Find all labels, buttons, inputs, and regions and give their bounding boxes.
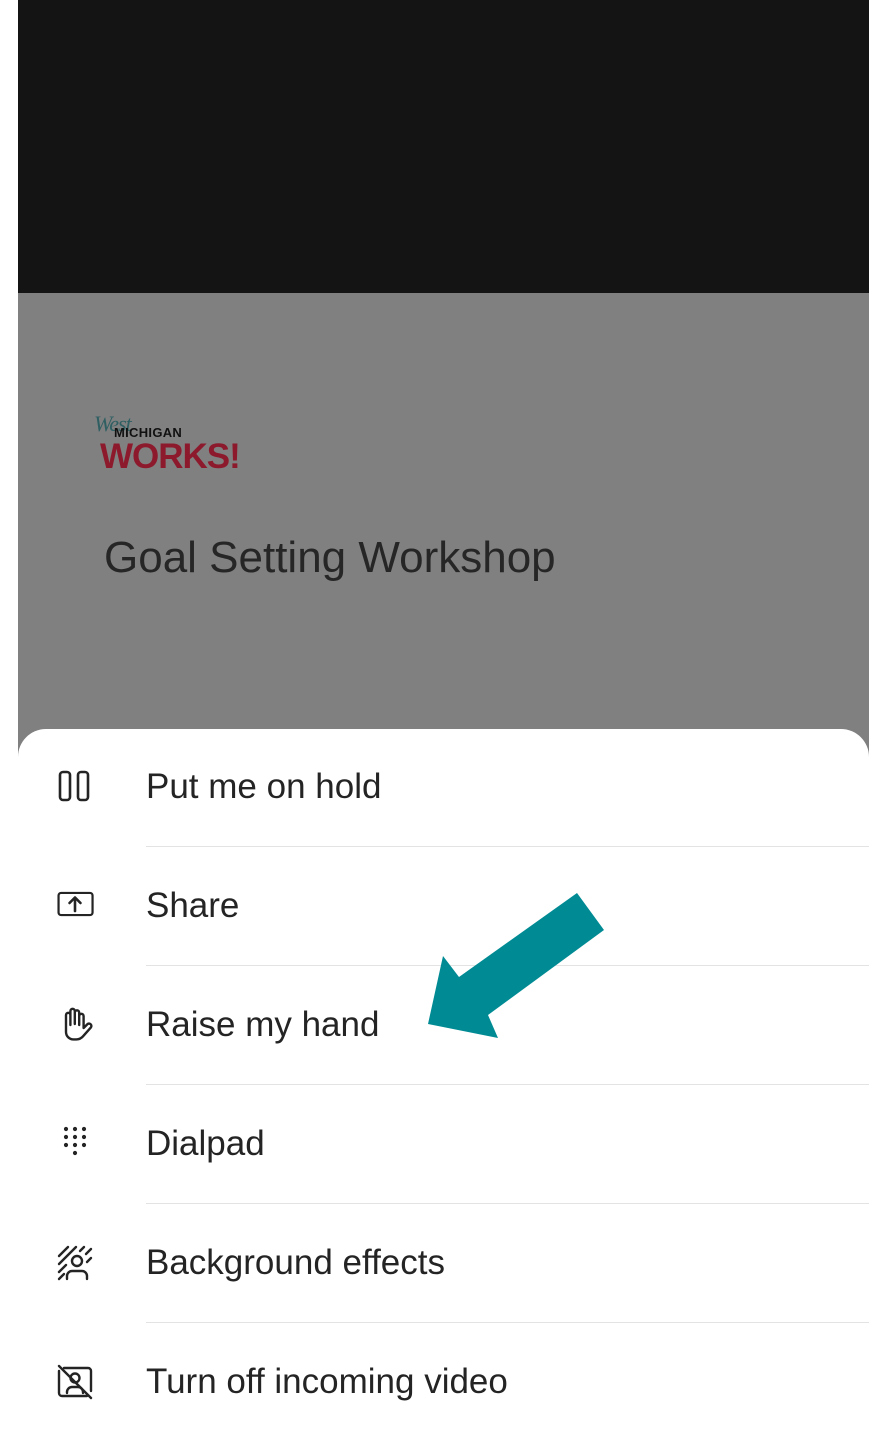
menu-item-raise-my-hand[interactable]: Raise my hand	[18, 967, 869, 1085]
menu-item-label: Raise my hand	[146, 1005, 380, 1044]
menu-item-share[interactable]: Share	[18, 848, 869, 966]
video-area	[18, 0, 869, 293]
share-upload-icon	[56, 887, 94, 925]
logo-works-text: WORKS!	[100, 437, 241, 476]
meeting-screen: West MICHIGAN WORKS! Goal Setting Worksh…	[18, 0, 869, 1440]
menu-divider	[146, 1322, 869, 1323]
menu-item-dialpad[interactable]: Dialpad	[18, 1086, 869, 1204]
menu-item-label: Dialpad	[146, 1124, 265, 1163]
menu-divider	[146, 1203, 869, 1204]
raise-hand-icon	[56, 1006, 94, 1044]
west-michigan-works-logo: West MICHIGAN WORKS!	[94, 411, 294, 481]
menu-item-turn-off-incoming-video[interactable]: Turn off incoming video	[18, 1324, 869, 1440]
pause-icon	[56, 768, 94, 806]
menu-item-label: Turn off incoming video	[146, 1362, 508, 1401]
menu-divider	[146, 1084, 869, 1085]
menu-item-background-effects[interactable]: Background effects	[18, 1205, 869, 1323]
menu-divider	[146, 965, 869, 966]
menu-item-label: Put me on hold	[146, 767, 382, 806]
menu-item-put-me-on-hold[interactable]: Put me on hold	[18, 729, 869, 847]
background-effects-icon	[56, 1244, 94, 1282]
more-actions-sheet: Put me on hold Share Raise my hand Dialp…	[18, 729, 869, 1440]
video-off-icon	[56, 1363, 94, 1401]
meeting-title: Goal Setting Workshop	[104, 533, 556, 582]
menu-divider	[146, 846, 869, 847]
dialpad-icon	[56, 1125, 94, 1163]
menu-item-label: Background effects	[146, 1243, 445, 1282]
phone-screenshot-frame: West MICHIGAN WORKS! Goal Setting Worksh…	[0, 0, 889, 1440]
menu-item-label: Share	[146, 886, 240, 925]
meeting-info-area: West MICHIGAN WORKS! Goal Setting Worksh…	[18, 293, 869, 753]
